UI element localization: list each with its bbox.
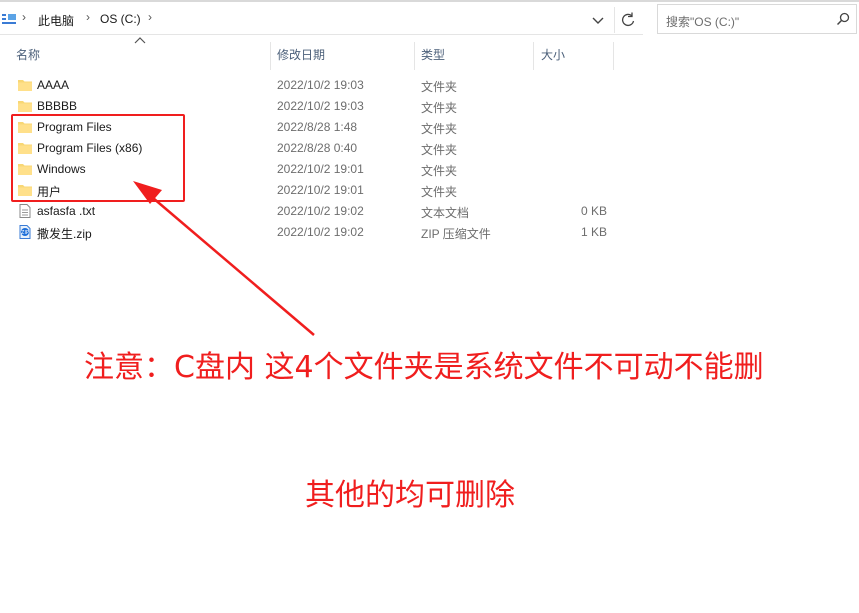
file-date: 2022/10/2 19:02 xyxy=(277,225,364,239)
highlight-box xyxy=(11,114,185,202)
file-date: 2022/10/2 19:01 xyxy=(277,162,364,176)
breadcrumb-drive-c[interactable]: OS (C:) xyxy=(100,12,141,26)
file-type: 文件夹 xyxy=(421,185,458,199)
folder-icon xyxy=(17,99,33,113)
search-input[interactable]: 搜索"OS (C:)" xyxy=(657,4,857,34)
file-date: 2022/10/2 19:01 xyxy=(277,183,364,197)
search-placeholder: 搜索"OS (C:)" xyxy=(666,15,740,29)
text-file-icon xyxy=(17,204,33,218)
file-name[interactable]: AAAA xyxy=(37,78,69,92)
file-date: 2022/10/2 19:03 xyxy=(277,99,364,113)
file-date: 2022/8/28 0:40 xyxy=(277,141,358,155)
folder-icon xyxy=(17,78,33,92)
column-divider[interactable] xyxy=(613,42,614,70)
file-type: 文件夹 xyxy=(421,101,458,115)
address-bar[interactable]: › 此电脑 › OS (C:) › xyxy=(0,4,643,35)
file-name[interactable]: asfasfa .txt xyxy=(37,204,95,218)
breadcrumb-chevron-icon[interactable]: › xyxy=(86,10,90,24)
breadcrumb-chevron-icon[interactable]: › xyxy=(148,10,152,24)
file-name[interactable]: BBBBB xyxy=(37,99,77,113)
column-header-size[interactable]: 大小 xyxy=(541,46,565,68)
file-name[interactable]: 撒发生.zip xyxy=(37,225,92,242)
column-divider[interactable] xyxy=(270,42,271,70)
breadcrumb-chevron-icon[interactable]: › xyxy=(22,10,26,24)
breadcrumb[interactable]: › 此电脑 › OS (C:) › xyxy=(0,4,612,34)
column-header-name[interactable]: 名称 xyxy=(16,46,40,68)
file-type: ZIP 压缩文件 xyxy=(421,227,491,241)
breadcrumb-this-pc[interactable]: 此电脑 xyxy=(38,12,74,29)
history-dropdown-icon[interactable] xyxy=(588,10,608,30)
refresh-icon[interactable] xyxy=(614,7,641,33)
file-type: 文件夹 xyxy=(421,164,458,178)
file-type: 文件夹 xyxy=(421,143,458,157)
column-header-date[interactable]: 修改日期 xyxy=(277,46,325,68)
file-size: 0 KB xyxy=(580,204,607,218)
file-row[interactable]: AAAA 2022/10/2 19:03 文件夹 xyxy=(0,75,640,96)
column-divider[interactable] xyxy=(533,42,534,70)
annotation-note-secondary: 其他的均可删除 xyxy=(305,478,515,513)
file-row[interactable]: ZIP 撒发生.zip 2022/10/2 19:02 ZIP 压缩文件 1 KB xyxy=(0,222,640,243)
file-date: 2022/8/28 1:48 xyxy=(277,120,358,134)
annotation-note-primary: 注意：C盘内 这4个文件夹是系统文件不可动不能删 xyxy=(84,350,764,385)
sort-ascending-icon xyxy=(134,37,146,44)
window-top-border xyxy=(0,0,859,2)
search-icon[interactable] xyxy=(836,12,850,26)
file-type: 文件夹 xyxy=(421,122,458,136)
file-size: 1 KB xyxy=(580,225,607,239)
file-type: 文本文档 xyxy=(421,206,470,220)
file-type: 文件夹 xyxy=(421,80,458,94)
this-pc-icon xyxy=(2,14,16,24)
file-row[interactable]: asfasfa .txt 2022/10/2 19:02 文本文档 0 KB xyxy=(0,201,640,222)
svg-text:ZIP: ZIP xyxy=(21,230,29,236)
zip-file-icon: ZIP xyxy=(17,225,33,239)
file-date: 2022/10/2 19:03 xyxy=(277,78,364,92)
column-header-type[interactable]: 类型 xyxy=(421,46,445,68)
file-date: 2022/10/2 19:02 xyxy=(277,204,364,218)
column-divider[interactable] xyxy=(414,42,415,70)
